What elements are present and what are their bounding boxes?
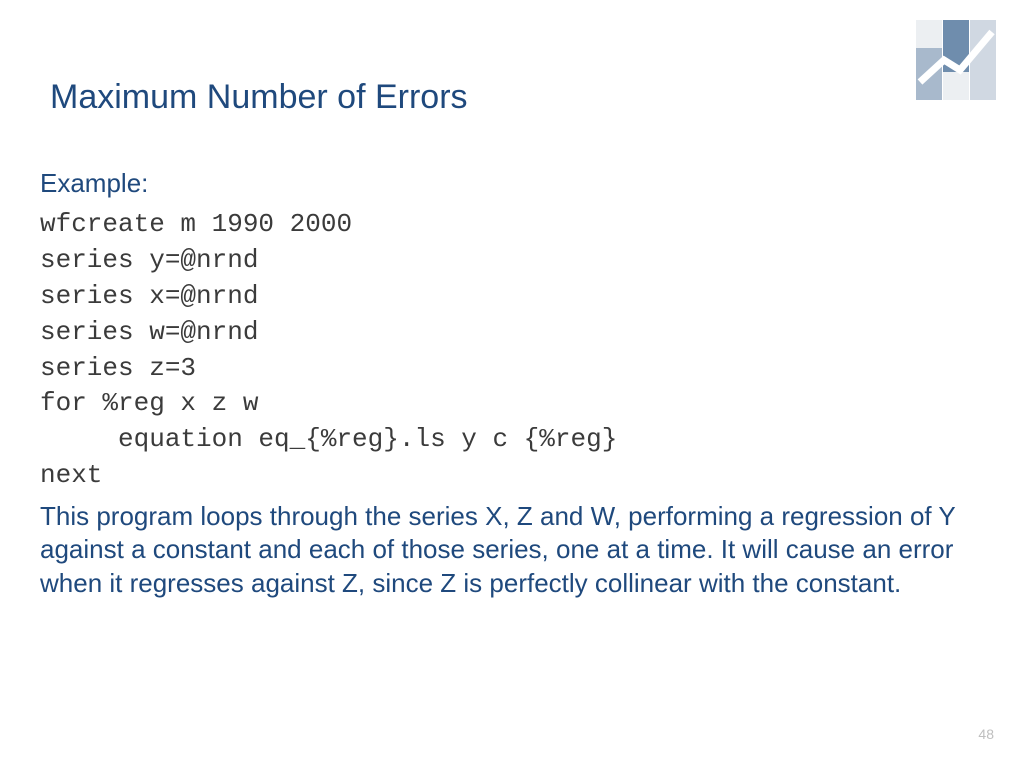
example-heading: Example: bbox=[40, 168, 980, 199]
page-number: 48 bbox=[978, 726, 994, 742]
code-line: series y=@nrnd bbox=[40, 245, 258, 275]
slide: Maximum Number of Errors Example: wfcrea… bbox=[0, 0, 1024, 768]
slide-title: Maximum Number of Errors bbox=[50, 78, 468, 117]
code-line: series x=@nrnd bbox=[40, 281, 258, 311]
code-line: next bbox=[40, 460, 102, 490]
code-line: series w=@nrnd bbox=[40, 317, 258, 347]
body-paragraph: This program loops through the series X,… bbox=[40, 500, 980, 600]
slide-content: Example: wfcreate m 1990 2000 series y=@… bbox=[40, 168, 980, 600]
code-line: equation eq_{%reg}.ls y c {%reg} bbox=[40, 424, 617, 454]
chart-logo-icon bbox=[916, 20, 996, 100]
code-line: series z=3 bbox=[40, 353, 196, 383]
code-line: wfcreate m 1990 2000 bbox=[40, 209, 352, 239]
code-line: for %reg x z w bbox=[40, 388, 258, 418]
code-block: wfcreate m 1990 2000 series y=@nrnd seri… bbox=[40, 207, 980, 494]
